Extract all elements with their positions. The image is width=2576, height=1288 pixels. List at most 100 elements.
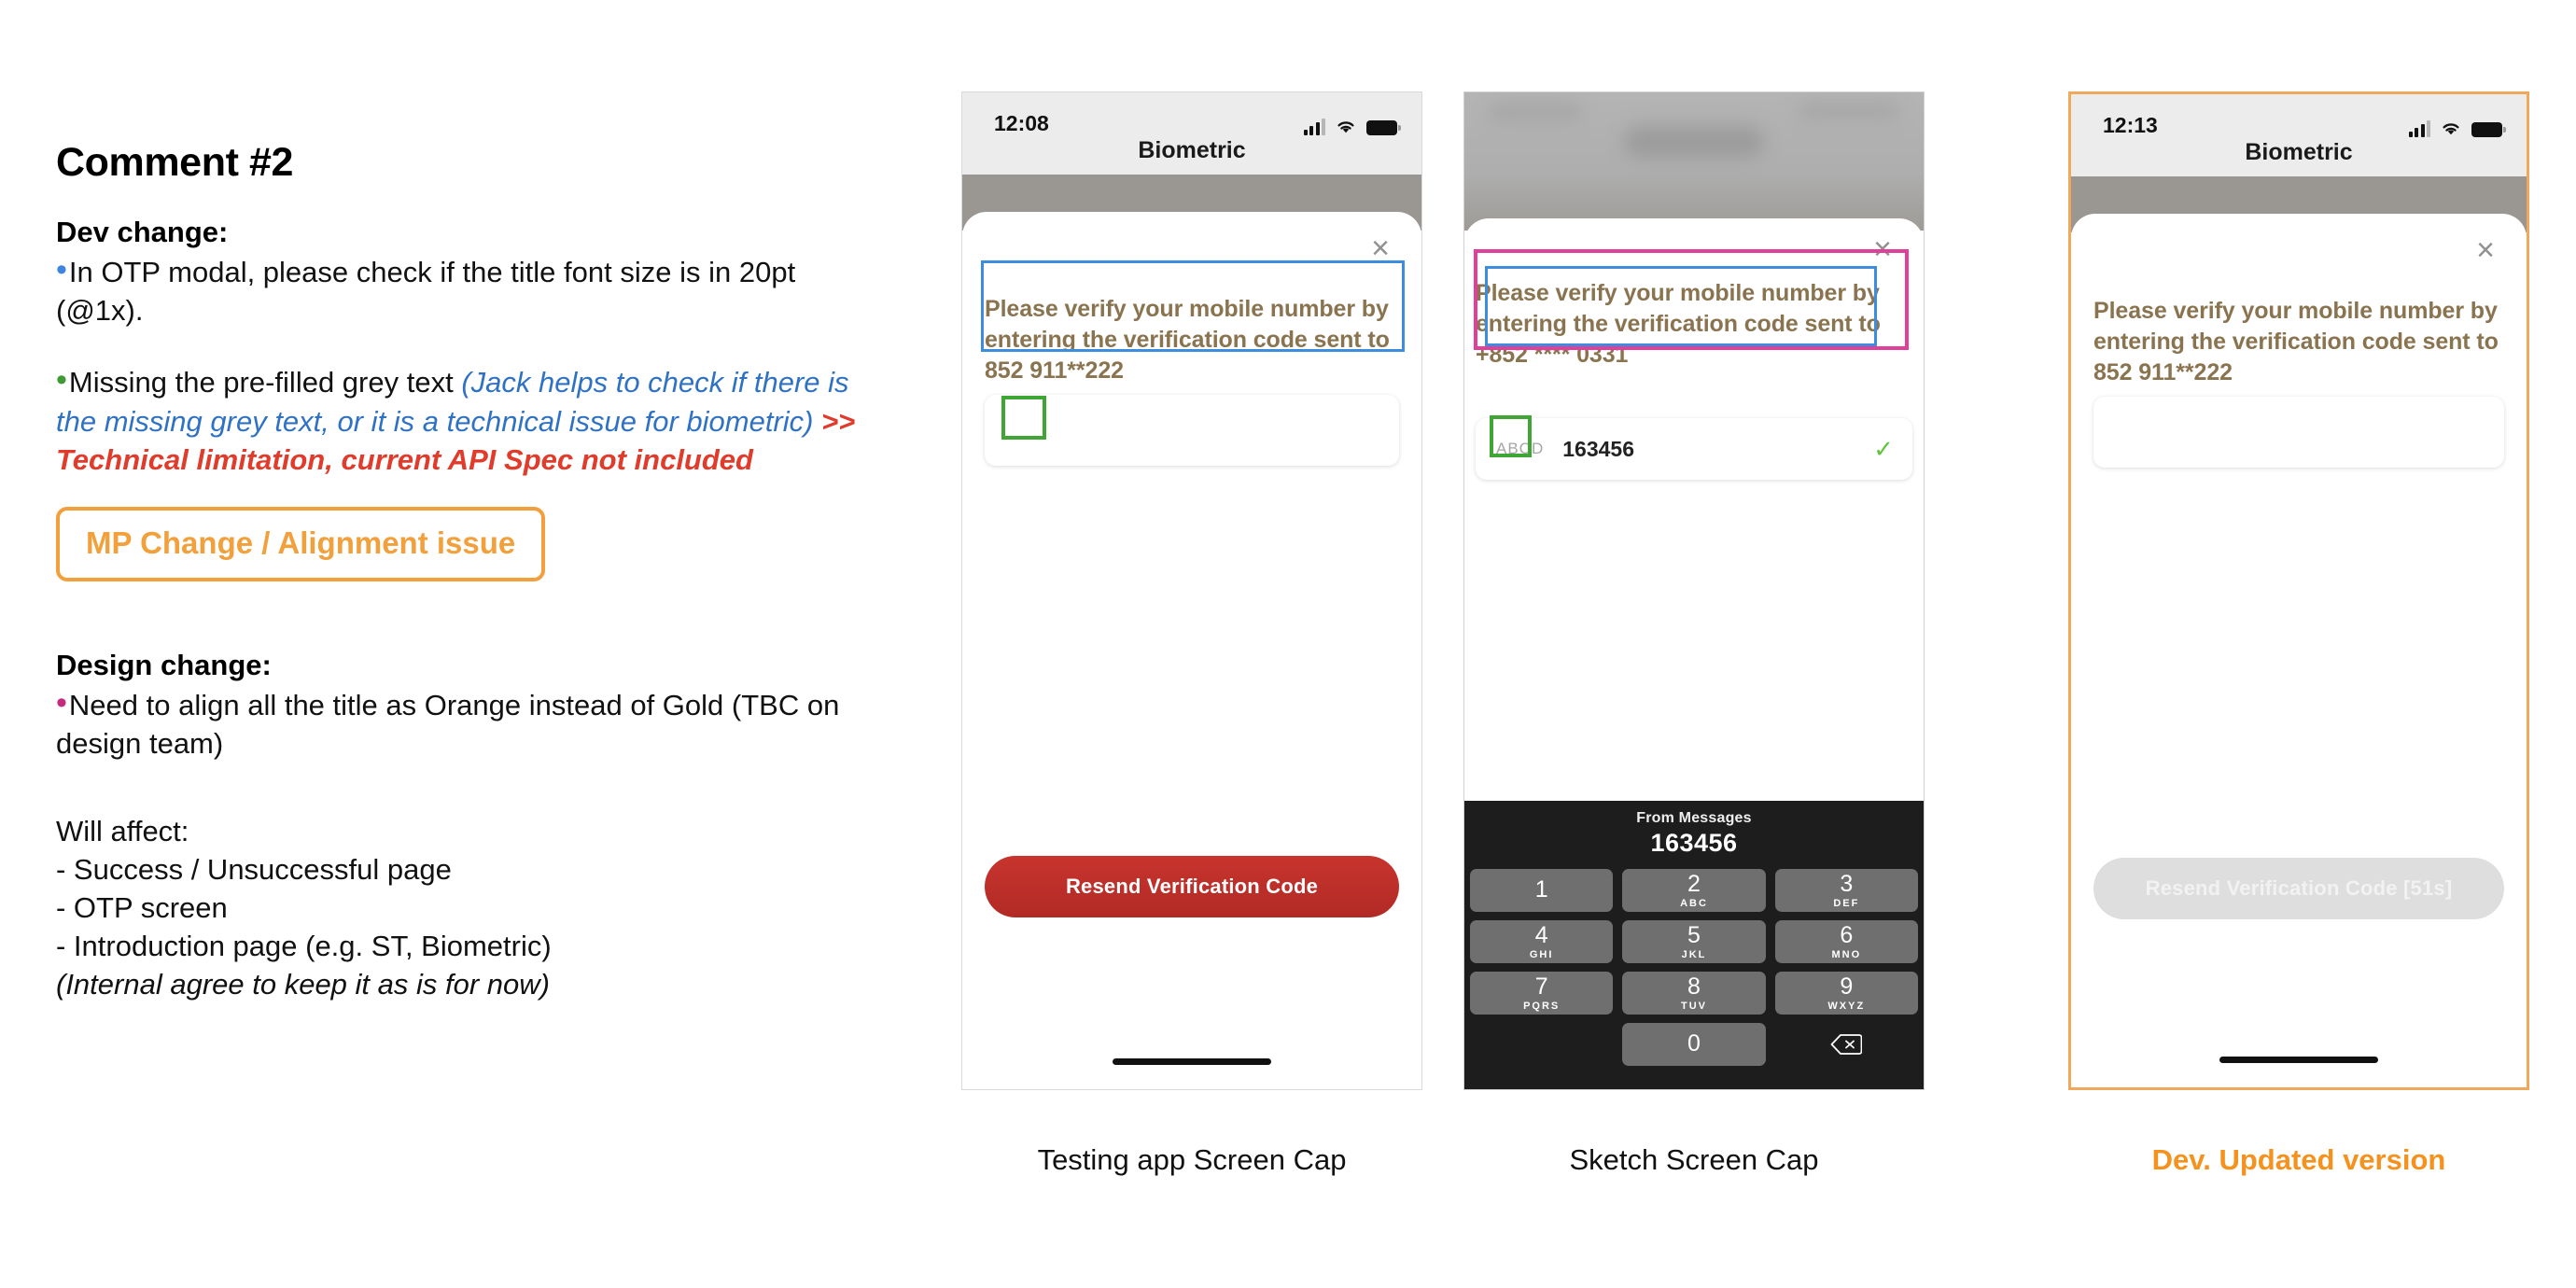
- key-2[interactable]: 2 ABC: [1622, 869, 1766, 912]
- comment-notes-panel: Comment #2 Dev change: •In OTP modal, pl…: [56, 140, 877, 1004]
- key-0[interactable]: 0: [1622, 1023, 1766, 1066]
- key-number: 6: [1840, 921, 1854, 948]
- resend-verification-code-button: Resend Verification Code [51s]: [2093, 858, 2504, 919]
- keypad-grid: 1 2 ABC 3 DEF 4 GHI 5 JKL 6 MNO 7 PQRS 8 TUV 9W…: [1464, 869, 1924, 1066]
- close-icon[interactable]: ×: [1365, 232, 1395, 264]
- otp-modal-title: Please verify your mobile number by ente…: [1476, 280, 1881, 368]
- key-blank: [1470, 1023, 1613, 1066]
- design-change-bullet: •Need to align all the title as Orange i…: [56, 686, 877, 763]
- status-bar-icons: [2408, 115, 2506, 137]
- nav-title: Biometric: [1138, 137, 1246, 163]
- key-letters: JKL: [1681, 948, 1707, 960]
- status-bar-icons: [1303, 113, 1401, 135]
- blur-blob-center: [1624, 126, 1764, 158]
- phone-mockup-sketch: × Please verify your mobile number by en…: [1463, 91, 1925, 1090]
- close-icon[interactable]: ×: [2471, 234, 2500, 266]
- status-bar-time: 12:13: [2103, 113, 2158, 137]
- key-number: 0: [1687, 1029, 1701, 1057]
- wifi-icon: [1337, 121, 1354, 133]
- caption-dev-updated: Dev. Updated version: [2151, 1143, 2446, 1176]
- status-bar: 12:08 Biometric: [962, 92, 1421, 175]
- wifi-icon: [2443, 123, 2459, 135]
- dev-change-heading: Dev change:: [56, 216, 229, 248]
- home-indicator: [1113, 1058, 1271, 1065]
- nav-title: Biometric: [2245, 139, 2353, 165]
- will-affect-item-2: - OTP screen: [56, 890, 228, 924]
- bullet-marker-green: •: [56, 362, 67, 399]
- numeric-keyboard: From Messages 163456 1 2 ABC 3 DEF 4 GHI 5J…: [1464, 801, 1924, 1089]
- design-change-heading: Design change:: [56, 649, 272, 682]
- delete-backward-icon: [1830, 1034, 1863, 1055]
- key-number: 7: [1534, 973, 1548, 1000]
- dev-change-bullet-1-text: In OTP modal, please check if the title …: [56, 256, 796, 328]
- close-icon[interactable]: ×: [1868, 233, 1897, 265]
- otp-modal-sheet: × Please verify your mobile number by en…: [2071, 214, 2527, 1087]
- key-number: 2: [1687, 870, 1701, 897]
- cellular-signal-icon: [2408, 120, 2430, 137]
- will-affect-item-3: - Introduction page (e.g. ST, Biometric): [56, 930, 552, 963]
- key-3[interactable]: 3 DEF: [1774, 869, 1918, 912]
- battery-icon: [2471, 122, 2506, 137]
- bullet-marker-pink: •: [56, 685, 67, 721]
- dev-change-bullet-1: •In OTP modal, please check if the title…: [56, 253, 877, 329]
- key-number: 5: [1687, 921, 1701, 948]
- key-8[interactable]: 8 TUV: [1622, 972, 1766, 1015]
- caption-testing-app: Testing app Screen Cap: [1037, 1143, 1347, 1176]
- delete-backward-key[interactable]: [1775, 1023, 1918, 1066]
- status-bar-time: 12:08: [994, 111, 1049, 135]
- dev-change-bullet-2-text: Missing the pre-filled grey text: [68, 366, 462, 399]
- resend-verification-code-button[interactable]: Resend Verification Code: [985, 856, 1399, 917]
- battery-icon: [1366, 120, 1401, 135]
- otp-modal-sheet: × Please verify your mobile number by en…: [1464, 218, 1924, 1089]
- key-number: 4: [1534, 921, 1548, 948]
- will-affect-heading: Will affect:: [56, 814, 189, 847]
- check-icon: ✓: [1873, 434, 1894, 463]
- key-letters: TUV: [1680, 1000, 1707, 1012]
- keyboard-from-label: From Messages: [1636, 810, 1752, 826]
- blurred-background: [1464, 92, 1924, 231]
- key-number: 9: [1840, 973, 1854, 1000]
- key-letters: DEF: [1833, 897, 1860, 909]
- cellular-signal-icon: [1303, 119, 1325, 135]
- key-number: 8: [1687, 973, 1701, 1000]
- status-bar: 12:13 Biometric: [2071, 94, 2527, 176]
- blur-blob-left: [1489, 102, 1582, 122]
- key-letters: PQRS: [1523, 1000, 1561, 1012]
- blur-blob-right: [1799, 102, 1899, 120]
- bullet-marker-blue: •: [56, 252, 67, 287]
- phone-mockup-testing-app: 12:08 Biometric × Please verify your mob…: [961, 91, 1422, 1090]
- key-5[interactable]: 5 JKL: [1622, 920, 1766, 963]
- design-change-bullet-text: Need to align all the title as Orange in…: [56, 689, 840, 761]
- key-letters: ABC: [1680, 897, 1708, 909]
- key-9[interactable]: 9 WXYZ: [1774, 972, 1918, 1015]
- otp-code-input[interactable]: [985, 395, 1399, 466]
- will-affect-note: (Internal agree to keep it as is for now…: [56, 968, 550, 1001]
- autofill-hint-label: ABCD: [1496, 440, 1545, 457]
- key-number: 3: [1840, 870, 1854, 897]
- key-number: 1: [1534, 875, 1548, 903]
- will-affect-item-1: - Success / Unsuccessful page: [56, 852, 452, 886]
- key-1[interactable]: 1: [1470, 869, 1614, 912]
- otp-code-input[interactable]: [2093, 397, 2504, 468]
- key-6[interactable]: 6 MNO: [1774, 920, 1918, 963]
- keyboard-suggested-code[interactable]: 163456: [1464, 829, 1924, 858]
- otp-modal-sheet: × Please verify your mobile number by en…: [962, 212, 1421, 1089]
- mp-change-alignment-issue-chip[interactable]: MP Change / Alignment issue: [56, 507, 546, 582]
- key-4[interactable]: 4 GHI: [1470, 920, 1614, 963]
- otp-code-value: 163456: [1562, 436, 1634, 461]
- page-title: Comment #2: [56, 140, 294, 185]
- key-letters: GHI: [1529, 948, 1554, 960]
- otp-modal-title: Please verify your mobile number by ente…: [985, 296, 1390, 384]
- dev-change-bullet-2: •Missing the pre-filled grey text (Jack …: [56, 363, 877, 479]
- key-7[interactable]: 7 PQRS: [1470, 972, 1614, 1015]
- slide-canvas: Comment #2 Dev change: •In OTP modal, pl…: [0, 0, 2576, 1288]
- key-letters: MNO: [1831, 948, 1862, 960]
- otp-code-input-row[interactable]: ABCD 163456 ✓: [1476, 418, 1912, 480]
- phone-mockup-dev-updated: 12:13 Biometric × Please verify your mob…: [2068, 91, 2529, 1090]
- home-indicator: [2219, 1057, 2378, 1063]
- key-letters: WXYZ: [1827, 1000, 1866, 1012]
- caption-sketch: Sketch Screen Cap: [1569, 1143, 1819, 1176]
